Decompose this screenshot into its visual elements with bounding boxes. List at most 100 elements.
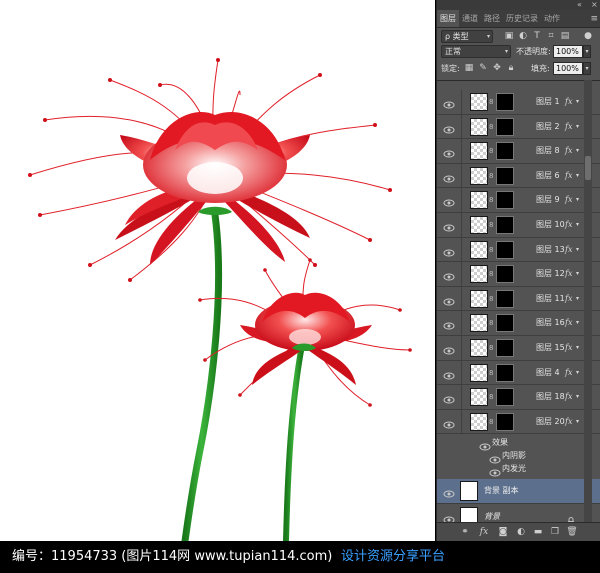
lock-paint-icon[interactable]: ✎ [478,62,488,75]
layer-mask-thumbnail[interactable] [496,117,514,136]
filter-pixel-icon[interactable]: ▣ [504,30,514,43]
layer-thumbnail[interactable] [470,93,488,111]
visibility-eye-icon[interactable] [443,391,455,404]
chain-link-icon[interactable]: 8 [489,196,493,204]
layer-row-background[interactable]: 背景 [437,505,600,522]
chain-link-icon[interactable]: 8 [489,147,493,155]
fx-icon[interactable]: fx [478,526,490,539]
visibility-eye-icon[interactable] [489,451,501,464]
expand-effects-icon[interactable]: ▾ [576,238,579,262]
layer-row[interactable]: 8 图层 16 fx ▾ [437,311,600,336]
fx-icon[interactable]: fx [565,90,572,114]
layer-name[interactable]: 图层 11 [536,287,565,311]
opacity-dropdown-icon[interactable]: ▾ [583,45,591,58]
fx-icon[interactable]: fx [565,410,572,434]
layer-name[interactable]: 图层 2 [536,115,560,139]
layer-thumbnail[interactable] [470,314,488,333]
mask-icon[interactable]: ◙ [497,526,509,539]
fx-icon[interactable]: fx [565,361,572,385]
visibility-eye-icon[interactable] [443,511,455,522]
tab-channels[interactable]: 通道 [459,10,481,27]
layer-row[interactable]: 8 图层 13 fx ▾ [437,237,600,263]
layer-name[interactable]: 图层 15 [536,336,565,360]
expand-effects-icon[interactable]: ▾ [576,262,579,286]
layer-name[interactable]: 图层 9 [536,188,560,212]
layer-row[interactable]: 8 图层 18 fx ▾ [437,385,600,410]
layer-mask-thumbnail[interactable] [496,93,514,111]
expand-effects-icon[interactable]: ▾ [576,213,579,237]
layer-row[interactable]: 8 图层 2 fx ▾ [437,114,600,140]
chain-link-icon[interactable]: 8 [489,221,493,229]
fx-icon[interactable]: fx [565,188,572,212]
chain-link-icon[interactable]: 8 [489,319,493,327]
chain-link-icon[interactable]: 8 [489,270,493,278]
chain-link-icon[interactable]: 8 [489,418,493,426]
opacity-field[interactable]: 100% [553,45,583,58]
fx-icon[interactable]: fx [565,213,572,237]
fx-icon[interactable]: fx [565,238,572,262]
effect-item[interactable]: 内阴影 [437,449,600,464]
layer-name[interactable]: 图层 6 [536,164,560,188]
visibility-eye-icon[interactable] [443,342,455,355]
blend-mode-select[interactable]: 正常 ▾ [441,45,511,58]
effect-item[interactable]: 内发光 [437,462,600,477]
fx-icon[interactable]: fx [565,336,572,360]
fx-icon[interactable]: fx [565,287,572,311]
layer-mask-thumbnail[interactable] [496,191,514,210]
layer-mask-thumbnail[interactable] [496,289,514,308]
expand-effects-icon[interactable]: ▾ [576,139,579,163]
visibility-eye-icon[interactable] [443,416,455,429]
layer-name[interactable]: 背景 [484,505,500,522]
tab-layers[interactable]: 图层 [437,10,459,27]
scrollbar-thumb[interactable] [585,156,591,180]
fx-icon[interactable]: fx [565,311,572,335]
adjustment-icon[interactable]: ◐ [515,526,527,539]
visibility-eye-icon[interactable] [443,367,455,380]
layer-mask-thumbnail[interactable] [496,314,514,333]
layer-row[interactable]: 8 图层 1 fx ▾ [437,90,600,115]
new-layer-icon[interactable]: ❐ [549,526,561,539]
visibility-eye-icon[interactable] [443,293,455,306]
layer-thumbnail[interactable] [470,388,488,407]
layer-row-background-copy[interactable]: 背景 副本 [437,479,600,504]
expand-effects-icon[interactable]: ▾ [576,287,579,311]
visibility-eye-icon[interactable] [489,464,501,477]
tab-history[interactable]: 历史记录 [503,10,541,27]
layer-thumbnail[interactable] [470,166,488,185]
expand-effects-icon[interactable]: ▾ [576,90,579,114]
visibility-eye-icon[interactable] [443,145,455,158]
fx-icon[interactable]: fx [565,262,572,286]
layer-thumbnail[interactable] [470,142,488,161]
layer-row[interactable]: 8 图层 20 fx ▾ [437,409,600,435]
visibility-eye-icon[interactable] [443,194,455,207]
layer-mask-thumbnail[interactable] [496,142,514,161]
layer-thumbnail[interactable] [470,240,488,259]
chain-link-icon[interactable]: 8 [489,172,493,180]
filter-toggle-icon[interactable]: ● [583,30,593,43]
watermark-slogan-text[interactable]: 设计资源分享平台 [341,541,445,573]
layer-mask-thumbnail[interactable] [496,240,514,259]
layer-thumbnail[interactable] [460,507,478,522]
tab-paths[interactable]: 路径 [481,10,503,27]
chain-link-icon[interactable]: 8 [489,123,493,131]
layer-thumbnail[interactable] [470,191,488,210]
layer-name[interactable]: 图层 12 [536,262,565,286]
filter-adjustment-icon[interactable]: ◐ [518,30,528,43]
filter-type-icon[interactable]: T [532,30,542,43]
chain-link-icon[interactable]: 8 [489,98,493,106]
visibility-eye-icon[interactable] [443,170,455,183]
layer-name[interactable]: 图层 1 [536,90,560,114]
layer-mask-thumbnail[interactable] [496,339,514,357]
layer-mask-thumbnail[interactable] [496,265,514,284]
layer-name[interactable]: 图层 20 [536,410,565,434]
fx-icon[interactable]: fx [565,164,572,188]
chain-link-icon[interactable]: 8 [489,246,493,254]
lock-transparent-icon[interactable]: ▦ [464,62,474,75]
expand-effects-icon[interactable]: ▾ [576,164,579,188]
layer-thumbnail[interactable] [470,363,488,382]
layer-thumbnail[interactable] [470,216,488,234]
expand-effects-icon[interactable]: ▾ [576,115,579,139]
chain-link-icon[interactable]: 8 [489,393,493,401]
lock-move-icon[interactable]: ✥ [492,62,502,75]
chain-link-icon[interactable]: 8 [489,369,493,377]
